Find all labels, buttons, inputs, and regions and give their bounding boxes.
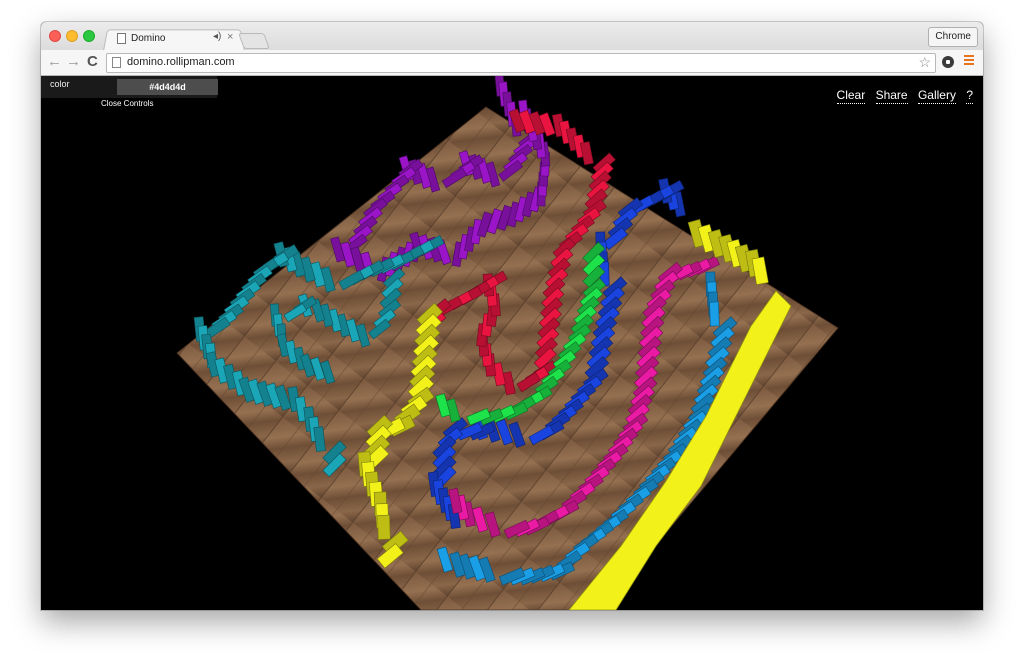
back-arrow-icon[interactable]: ← (47, 53, 62, 71)
tab-close-icon[interactable]: × (227, 31, 233, 43)
page-icon (112, 57, 121, 68)
minimize-window-button[interactable] (66, 30, 78, 42)
close-controls-button[interactable]: Close Controls (101, 99, 153, 108)
color-value-field[interactable]: #4d4d4d (117, 79, 218, 95)
url-text[interactable]: domino.rollipman.com (127, 56, 235, 68)
domino (377, 514, 391, 540)
gallery-link[interactable]: Gallery (917, 88, 956, 104)
new-tab-button[interactable] (238, 33, 270, 49)
share-link[interactable]: Share (875, 88, 908, 104)
extension-icon[interactable] (942, 56, 954, 68)
domino (709, 301, 720, 327)
page-icon (117, 33, 126, 44)
speaker-icon[interactable]: ◂) (213, 31, 221, 42)
address-bar[interactable]: domino.rollipman.com ☆ (106, 53, 936, 73)
controls-panel: color #4d4d4d (41, 76, 220, 98)
color-control[interactable]: color #4d4d4d (41, 77, 220, 95)
domino (579, 141, 594, 166)
tab-content[interactable]: Domino ◂) × (109, 29, 239, 49)
tab-title: Domino (131, 33, 166, 44)
top-links: Clear Share Gallery ? (830, 88, 973, 104)
profile-button[interactable]: Chrome (928, 27, 978, 47)
menu-icon[interactable] (964, 55, 974, 67)
forward-arrow-icon[interactable]: → (66, 53, 81, 71)
domino-scene[interactable] (41, 76, 983, 610)
title-bar: Domino ◂) × Chrome (41, 22, 983, 51)
help-link[interactable]: ? (966, 88, 973, 104)
browser-toolbar: ← → C domino.rollipman.com ☆ (41, 50, 983, 76)
reload-icon[interactable]: C (87, 53, 98, 71)
maximize-window-button[interactable] (83, 30, 95, 42)
close-window-button[interactable] (49, 30, 61, 42)
star-icon[interactable]: ☆ (918, 54, 931, 71)
color-label: color (50, 79, 70, 89)
browser-window: Domino ◂) × Chrome ← → C domino.rollipma… (41, 22, 983, 610)
domino-canvas[interactable]: color #4d4d4d Close Controls Clear Share… (41, 76, 983, 610)
clear-link[interactable]: Clear (836, 88, 866, 104)
